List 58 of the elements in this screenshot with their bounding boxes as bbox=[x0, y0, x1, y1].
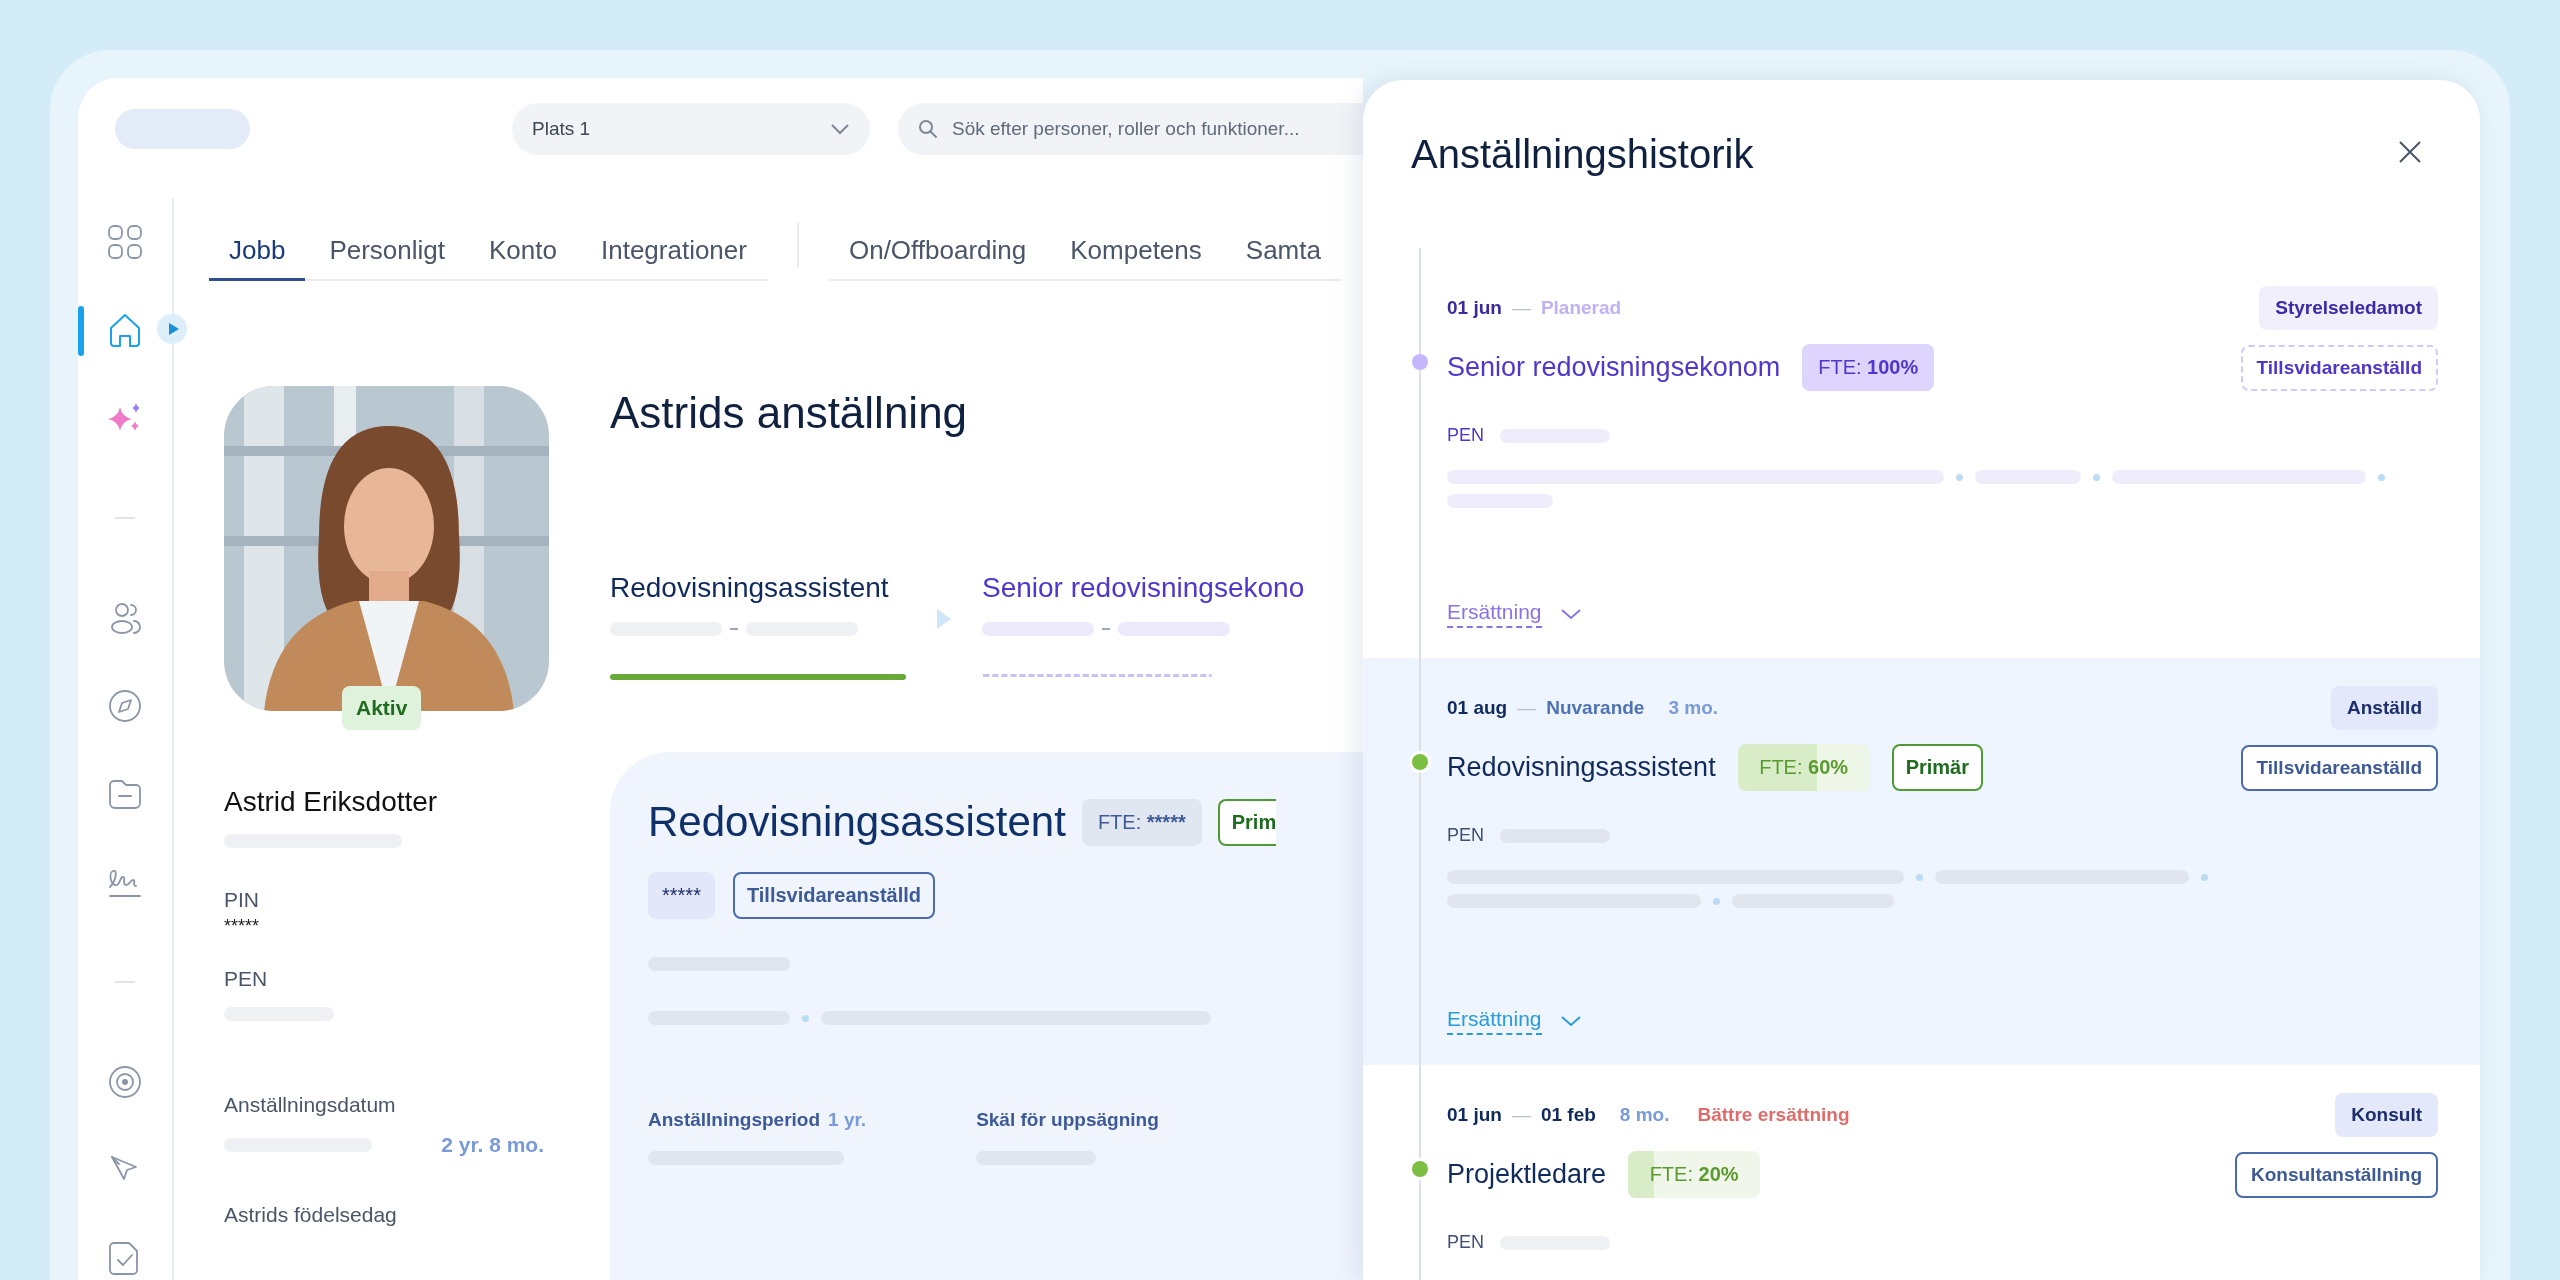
field-value: ***** bbox=[224, 916, 261, 937]
date-text: 01 feb bbox=[1540, 1104, 1596, 1126]
job-title: Redovisningsassistent bbox=[648, 798, 1066, 846]
location-select[interactable]: Plats 1 bbox=[512, 103, 870, 155]
dash-text: — bbox=[1511, 1104, 1531, 1126]
field-label: PEN bbox=[1447, 825, 1484, 846]
date-text: 01 jun bbox=[1447, 1104, 1502, 1126]
field-label: PEN bbox=[1447, 425, 1484, 446]
tab[interactable]: Konto bbox=[469, 223, 577, 281]
status-text: Nuvarande bbox=[1546, 697, 1645, 719]
search-field[interactable]: Sök efter personer, roller och funktioner... bbox=[898, 103, 1363, 155]
job-title: Projektledare bbox=[1447, 1159, 1607, 1190]
fact-label: Skäl för uppsägning bbox=[976, 1109, 1159, 1131]
duration-text: 8 mo. bbox=[1619, 1104, 1670, 1126]
tab[interactable]: Integrationer bbox=[580, 223, 767, 281]
step-title: Senior redovisningsekono bbox=[982, 572, 1305, 604]
contract-tag: Tillsvidareanställd bbox=[2240, 344, 2438, 391]
fact-label: Anställningsperiod bbox=[648, 1109, 821, 1131]
dash-text: — bbox=[1517, 697, 1537, 719]
date-text: 01 jun bbox=[1447, 297, 1502, 319]
duration-text: 2 yr. 8 mo. bbox=[441, 1133, 544, 1157]
fte-chip: FTE: 100% bbox=[1802, 344, 1935, 391]
reason-text: Bättre ersättning bbox=[1697, 1104, 1850, 1126]
duration-text: 3 mo. bbox=[1668, 697, 1719, 719]
contract-tag: Tillsvidareanställd bbox=[2240, 744, 2438, 791]
job-title: Senior redovisningsekonom bbox=[1447, 352, 1781, 383]
dash-text: — bbox=[1511, 297, 1531, 319]
duration-text: 1 yr. bbox=[828, 1109, 867, 1131]
section-title: Astrids anställning bbox=[610, 388, 969, 438]
person-name: Astrid Eriksdotter bbox=[224, 786, 439, 818]
panel-title: Anställningshistorik bbox=[1411, 132, 1754, 177]
category-tag: Styrelseledamot bbox=[2259, 286, 2438, 330]
tab[interactable]: Jobb bbox=[209, 223, 306, 281]
field-label: Astrids födelsedag bbox=[224, 1203, 398, 1227]
tab[interactable]: Personligt bbox=[309, 223, 465, 281]
step-title: Redovisningsassistent bbox=[610, 572, 890, 604]
status-badge: Aktiv bbox=[342, 686, 422, 730]
category-tag: Anställd bbox=[2331, 686, 2438, 730]
primary-tag: Prim bbox=[1217, 798, 1277, 846]
field-label: PEN bbox=[1447, 1232, 1484, 1253]
field-label: PEN bbox=[224, 967, 269, 991]
tag: ***** bbox=[648, 872, 715, 919]
contract-tag: Konsultanställning bbox=[2235, 1151, 2438, 1198]
job-title: Redovisningsassistent bbox=[1447, 752, 1716, 783]
fte-chip: FTE: 20% bbox=[1628, 1151, 1761, 1198]
category-tag: Konsult bbox=[2335, 1093, 2438, 1137]
fte-chip: FTE: ***** bbox=[1081, 798, 1202, 846]
date-text: 01 aug bbox=[1447, 697, 1508, 719]
fte-chip: FTE: 60% bbox=[1737, 744, 1870, 791]
status-text: Planerad bbox=[1540, 297, 1622, 319]
field-label: PIN bbox=[224, 888, 260, 912]
tab[interactable]: On/Offboarding bbox=[828, 223, 1047, 281]
tab[interactable]: Samta bbox=[1225, 223, 1341, 281]
tag: Tillsvidareanställd bbox=[732, 872, 936, 919]
tab[interactable]: Kompetens bbox=[1050, 223, 1222, 281]
primary-tag: Primär bbox=[1891, 744, 1984, 791]
compensation-link[interactable]: Ersättning bbox=[1447, 600, 1542, 628]
field-label: Anställningsdatum bbox=[224, 1093, 397, 1117]
